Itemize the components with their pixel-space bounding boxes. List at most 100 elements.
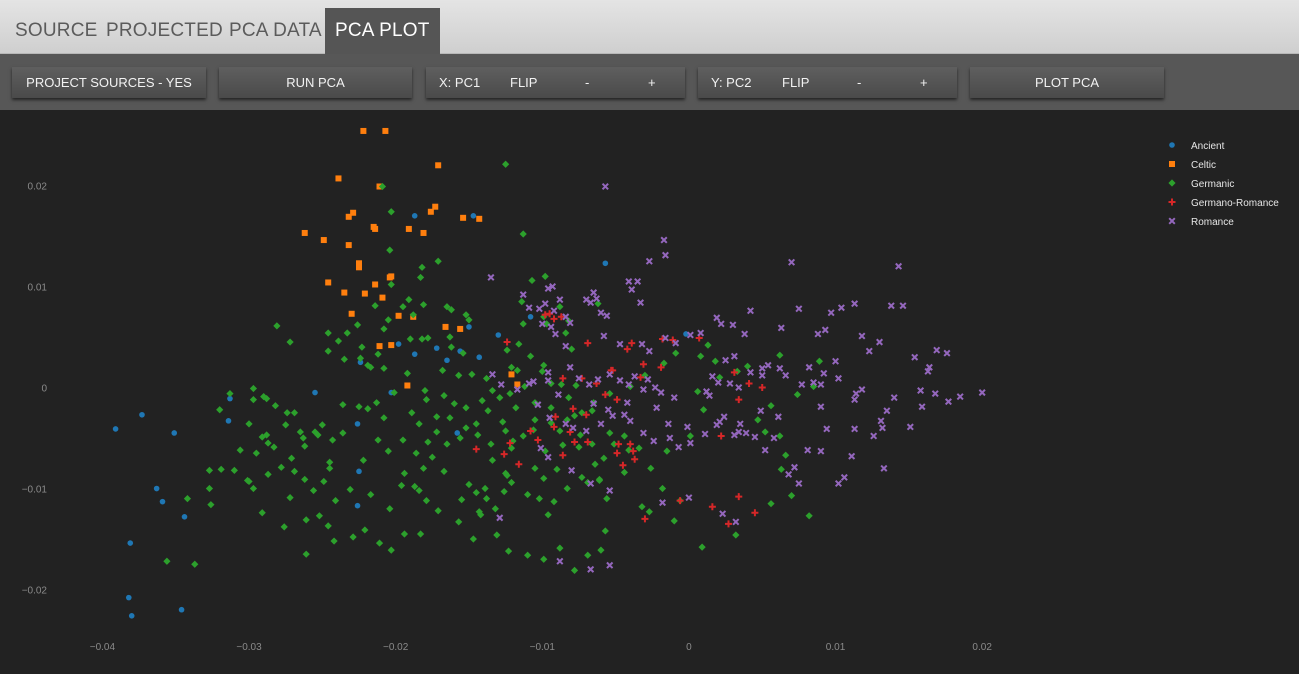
germanic-point [658, 484, 667, 493]
x-axis-plus-button[interactable]: + [648, 67, 656, 98]
germanic-point [280, 523, 288, 531]
ancient-point [225, 418, 232, 424]
germano-romance-point [641, 515, 649, 523]
germanic-point [538, 367, 546, 375]
germanic-point [440, 467, 448, 475]
germanic-point [694, 387, 702, 396]
romance-point [582, 427, 590, 435]
germanic-point [372, 399, 381, 407]
romance-point [758, 371, 766, 379]
germanic-point [324, 347, 332, 355]
romance-point [729, 321, 737, 329]
germanic-point [418, 263, 426, 271]
germano-romance-point [676, 497, 684, 505]
toolbar: PROJECT SOURCES - YES RUN PCA X: PC1 FLI… [0, 54, 1299, 110]
germanic-point [556, 544, 564, 552]
romance-point [827, 309, 835, 317]
celtic-point [348, 310, 355, 317]
germanic-point [584, 551, 592, 559]
germano-romance-point [472, 445, 480, 453]
legend-marker-ancient [1169, 142, 1175, 148]
germano-romance-point [569, 405, 577, 413]
germanic-point [364, 405, 372, 413]
romance-point [821, 326, 829, 334]
ancient-point [181, 514, 188, 520]
legend-marker-germano-romance [1168, 198, 1176, 206]
romance-point [488, 370, 496, 378]
romance-point [877, 417, 885, 425]
tab-projected[interactable]: PROJECTED [96, 8, 233, 54]
tab-pca-data[interactable]: PCA DATA [219, 8, 332, 54]
y-axis-minus-button[interactable]: - [857, 67, 861, 98]
romance-point [817, 447, 825, 455]
x-tick-label: 0.02 [972, 642, 992, 653]
romance-point [686, 439, 694, 447]
legend-label-romance: Romance [1191, 217, 1234, 228]
germanic-point [767, 500, 775, 508]
romance-point [848, 452, 856, 460]
germanic-point [647, 464, 655, 472]
romance-point [795, 305, 803, 313]
romance-point [870, 432, 878, 440]
germano-romance-point [551, 413, 559, 421]
run-pca-button[interactable]: RUN PCA [219, 67, 412, 98]
y-axis-flip-button[interactable]: FLIP [782, 67, 809, 98]
romance-point [742, 429, 750, 437]
romance-point [788, 258, 796, 266]
romance-point [601, 182, 609, 191]
tab-source[interactable]: SOURCE [5, 8, 108, 54]
germano-romance-point [619, 461, 627, 469]
romance-point [645, 347, 653, 355]
germanic-point [374, 350, 382, 358]
germanic-point [216, 406, 224, 414]
romance-point [956, 393, 964, 401]
germanic-point [805, 512, 813, 520]
germanic-point [503, 346, 511, 354]
romance-point [623, 399, 631, 407]
romance-point [550, 307, 558, 315]
ancient-point [178, 606, 185, 613]
x-axis-flip-button[interactable]: FLIP [510, 67, 537, 98]
romance-point [660, 236, 668, 244]
project-sources-button[interactable]: PROJECT SOURCES - YES [12, 67, 206, 98]
x-axis-minus-button[interactable]: - [585, 67, 589, 98]
y-axis-plus-button[interactable]: + [920, 67, 928, 98]
romance-point [708, 372, 716, 380]
romance-point [644, 375, 652, 383]
y-axis-pc-selector[interactable]: Y: PC2 [711, 67, 751, 98]
germanic-point [271, 402, 280, 410]
romance-point [720, 413, 728, 421]
ancient-point [476, 354, 483, 361]
germanic-point [399, 303, 407, 311]
germanic-point [544, 511, 552, 519]
germanic-point [400, 530, 409, 538]
germanic-point [301, 442, 309, 450]
romance-point [814, 330, 822, 338]
germanic-point [258, 509, 266, 517]
ancient-point [395, 341, 402, 347]
x-axis-pc-selector[interactable]: X: PC1 [439, 67, 480, 98]
ancient-point [433, 345, 440, 351]
legend-marker-romance [1168, 217, 1176, 225]
germanic-point [462, 424, 470, 432]
tab-pca-plot[interactable]: PCA PLOT [325, 8, 440, 54]
x-tick-label: −0.02 [383, 642, 409, 653]
celtic-point [405, 225, 412, 232]
germanic-point [406, 335, 414, 343]
romance-point [931, 390, 939, 398]
germanic-point [318, 421, 326, 429]
romance-point [840, 473, 848, 481]
germanic-point [320, 477, 328, 486]
romance-point [541, 300, 549, 308]
romance-point [631, 372, 639, 380]
celtic-point [386, 274, 393, 281]
germanic-point [591, 460, 599, 468]
romance-point [944, 398, 952, 406]
ancient-point [128, 612, 135, 619]
romance-point [851, 300, 859, 308]
romance-point [659, 499, 667, 507]
plot-pca-button[interactable]: PLOT PCA [970, 67, 1164, 98]
romance-point [544, 376, 552, 384]
celtic-point [360, 127, 367, 134]
germanic-point [302, 516, 310, 524]
